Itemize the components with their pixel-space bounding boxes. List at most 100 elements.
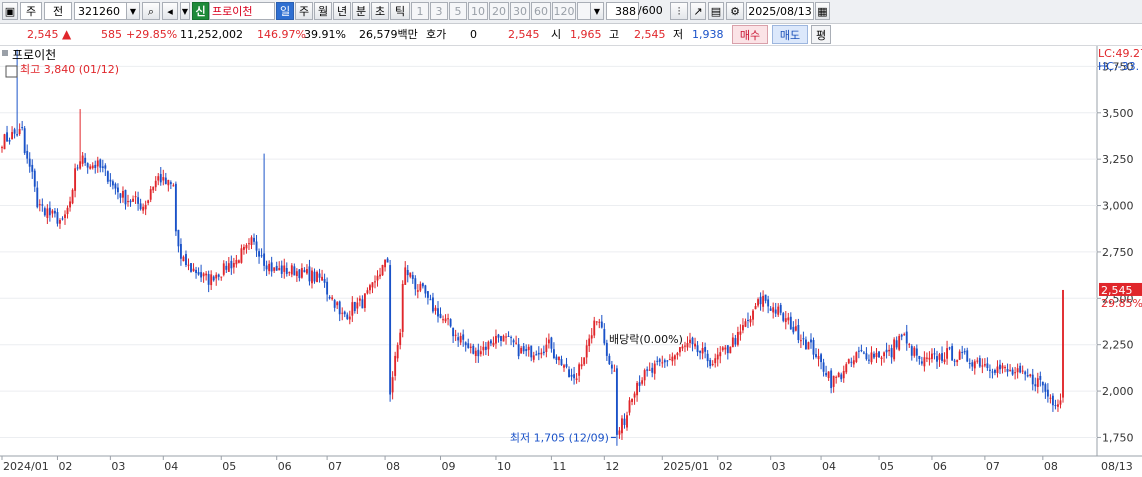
candle-body xyxy=(278,268,281,271)
candle-body xyxy=(139,203,142,210)
candle-body xyxy=(394,355,397,376)
candle-body xyxy=(857,350,860,352)
candle-body xyxy=(462,334,465,340)
interval-20[interactable]: 20 xyxy=(489,2,509,20)
type-select[interactable]: 전 xyxy=(44,2,72,20)
candle-body xyxy=(308,266,311,282)
candle-body xyxy=(928,357,931,360)
candle-body xyxy=(631,398,633,402)
interval-1[interactable]: 1 xyxy=(411,2,429,20)
interval-dropdown-icon[interactable]: ▼ xyxy=(590,2,604,20)
candle-body xyxy=(290,265,293,275)
candle-body xyxy=(810,339,812,343)
candle-body xyxy=(396,345,399,359)
candlestick-chart: 3,7503,5003,2503,0002,7502,5002,2502,000… xyxy=(0,46,1142,473)
interval-30[interactable]: 30 xyxy=(510,2,530,20)
avg-button[interactable]: 평 xyxy=(811,25,831,44)
candle-body xyxy=(991,371,994,373)
candle-body xyxy=(185,254,187,266)
code-dropdown-icon[interactable]: ▼ xyxy=(126,2,140,20)
save-icon[interactable]: ▤ xyxy=(708,2,724,20)
candle-body xyxy=(623,418,626,425)
candle-body xyxy=(275,265,278,271)
period-month[interactable]: 월 xyxy=(314,2,332,20)
candle-body xyxy=(389,265,392,395)
window-menu-icon[interactable]: ▣ xyxy=(2,2,18,20)
interval-3[interactable]: 3 xyxy=(430,2,448,20)
draw-tool-icon[interactable]: ↗ xyxy=(690,2,706,20)
search-icon[interactable]: ⌕ xyxy=(142,2,160,20)
candle-body xyxy=(535,354,538,356)
period-second[interactable]: 초 xyxy=(371,2,389,20)
candle-body xyxy=(988,369,991,371)
chart-toolbar: ▣ 주 전 321260 ▼ ⌕ ◂ ▼ 신 프로이천 일 주 월 년 분 초 … xyxy=(0,0,1142,24)
x-tick-label: 11 xyxy=(552,460,566,473)
indicator-icon[interactable]: ⫶ xyxy=(670,2,688,20)
candle-body xyxy=(240,248,243,263)
candle-body xyxy=(978,358,981,367)
candle-body xyxy=(628,400,631,413)
candle-body xyxy=(174,183,177,232)
candle-body xyxy=(419,283,422,291)
sound-dropdown-icon[interactable]: ▼ xyxy=(180,2,190,20)
date-input[interactable]: 2025/08/13 xyxy=(746,2,814,20)
candle-body xyxy=(862,352,865,354)
market-select[interactable]: 주 xyxy=(20,2,42,20)
candle-body xyxy=(232,262,235,268)
period-day[interactable]: 일 xyxy=(276,2,294,20)
candle-body xyxy=(295,271,298,277)
speaker-icon[interactable]: ◂ xyxy=(162,2,178,20)
candle-body xyxy=(11,132,14,140)
interval-60[interactable]: 60 xyxy=(531,2,551,20)
candle-body xyxy=(820,354,823,363)
last-price-label: 2,545 xyxy=(1101,284,1133,297)
period-tick[interactable]: 틱 xyxy=(390,2,410,20)
candle-body xyxy=(621,418,623,434)
candle-body xyxy=(973,361,976,369)
candle-body xyxy=(555,356,558,360)
candle-body xyxy=(421,283,424,287)
x-tick-label: 05 xyxy=(222,460,236,473)
candle-body xyxy=(1006,369,1009,372)
candle-body xyxy=(714,358,717,364)
x-tick-label: 03 xyxy=(111,460,125,473)
candle-body xyxy=(79,161,82,169)
candle-body xyxy=(205,273,208,276)
interval-10[interactable]: 10 xyxy=(468,2,488,20)
volume: 11,252,002 xyxy=(180,28,243,41)
candle-body xyxy=(747,319,749,321)
sell-button[interactable]: 매도 xyxy=(772,25,808,44)
candle-body xyxy=(784,318,787,323)
period-year[interactable]: 년 xyxy=(333,2,351,20)
candle-body xyxy=(343,311,346,315)
stock-name[interactable]: 프로이천 xyxy=(209,2,275,20)
candle-body xyxy=(749,319,752,323)
calendar-icon[interactable]: ▦ xyxy=(815,2,830,20)
candle-body xyxy=(573,374,576,379)
candle-body xyxy=(449,319,452,327)
period-minute[interactable]: 분 xyxy=(352,2,370,20)
buy-button[interactable]: 매수 xyxy=(732,25,768,44)
low-price: 1,938 xyxy=(692,28,724,41)
candle-body xyxy=(346,314,349,319)
candle-body xyxy=(134,196,137,198)
candle-body xyxy=(565,364,568,367)
interval-120[interactable]: 120 xyxy=(552,2,576,20)
count-input[interactable]: 388 xyxy=(606,2,639,20)
candle-body xyxy=(414,278,417,290)
candle-body xyxy=(167,179,170,186)
credit-badge: 신 xyxy=(192,2,209,20)
candle-body xyxy=(313,271,316,282)
candle-body xyxy=(527,346,530,351)
y-tick-label: 1,750 xyxy=(1102,431,1134,444)
candle-body xyxy=(26,150,29,159)
interval-5[interactable]: 5 xyxy=(449,2,467,20)
candle-body xyxy=(870,352,873,363)
x-tick-label: 10 xyxy=(497,460,511,473)
period-week[interactable]: 주 xyxy=(295,2,313,20)
title-marker-icon xyxy=(2,50,8,56)
candle-body xyxy=(157,176,160,181)
candle-body xyxy=(880,357,883,359)
settings-gear-icon[interactable]: ⚙ xyxy=(726,2,744,20)
candle-body xyxy=(938,354,941,360)
